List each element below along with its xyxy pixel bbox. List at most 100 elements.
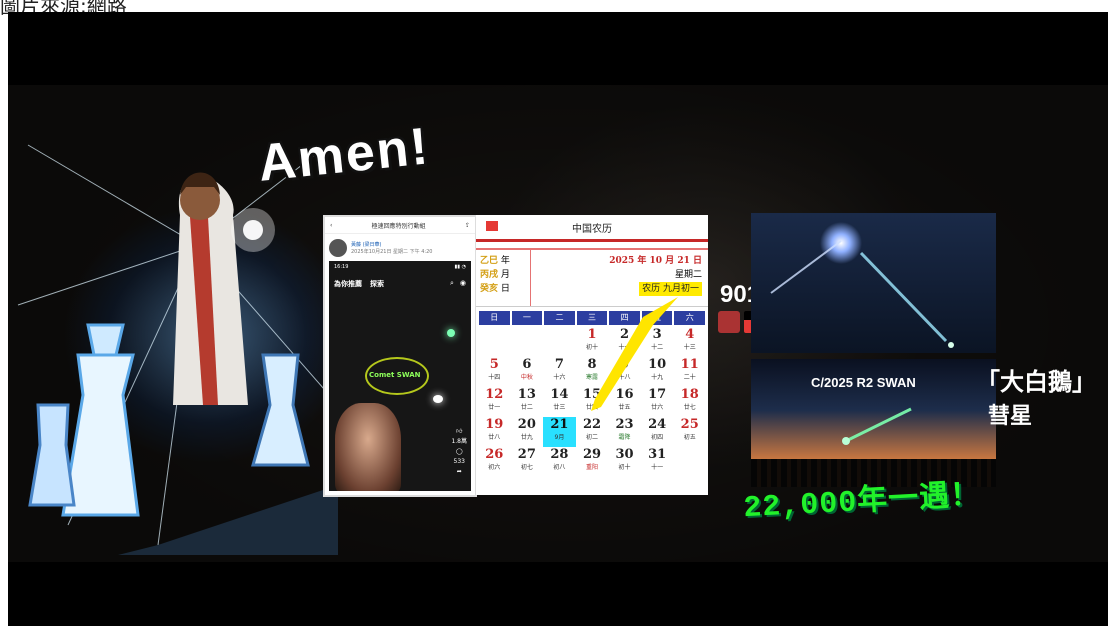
calendar-day[interactable]: 22 初二 xyxy=(576,417,609,447)
forward-icon[interactable]: ➦ xyxy=(451,467,467,477)
lunar-day: 十六 xyxy=(553,374,566,381)
top-caption: 圖片來源:網路 xyxy=(0,0,127,18)
comet-streak-top xyxy=(770,240,954,348)
share-icon[interactable]: ⇪ xyxy=(465,222,470,229)
lunar-day: 重阳 xyxy=(585,464,598,471)
side-stats: 👍︎ 1.8萬 ◯ 533 ➦ xyxy=(451,427,467,477)
calendar-empty xyxy=(511,327,544,357)
lunar-day: 廿一 xyxy=(488,404,501,411)
calendar-day[interactable]: 25 初五 xyxy=(673,417,706,447)
lunar-day: 初十 xyxy=(618,464,631,471)
day-number: 28 xyxy=(550,447,569,462)
day-number: 26 xyxy=(485,447,504,462)
profile-icon[interactable]: ◉ xyxy=(460,279,466,289)
lunar-day: 中秋 xyxy=(520,374,533,381)
day-number: 19 xyxy=(485,417,504,432)
comet-glow xyxy=(447,329,455,337)
calendar-day[interactable]: 23 霜降 xyxy=(608,417,641,447)
flag-icon xyxy=(486,221,498,231)
calendar-day[interactable]: 20 廿九 xyxy=(511,417,544,447)
ganzhi-stem: 丙戌 xyxy=(480,270,499,280)
presenter-face xyxy=(335,403,401,491)
day-number: 4 xyxy=(685,327,695,342)
calendar-day[interactable]: 12 廿一 xyxy=(478,387,511,417)
calendar-day[interactable]: 14 廿三 xyxy=(543,387,576,417)
lunar-day: 廿三 xyxy=(553,404,566,411)
embedded-video[interactable]: 16:19 ▮▮ ◔ 為你推薦 探索 ⌕ ◉ Comet SWAN 👍︎ 1.8萬… xyxy=(329,261,471,491)
like-count: 1.8萬 xyxy=(451,438,467,445)
calendar-day[interactable]: 29 重阳 xyxy=(576,447,609,477)
post-author-name: 黃藤 (梁日華) xyxy=(351,242,382,248)
ganzhi-block: 乙巳 年丙戌 月癸亥 日 xyxy=(476,250,531,306)
title-big-swan: 「大白鵝」 xyxy=(976,368,1096,396)
calendar-day[interactable]: 27 初七 xyxy=(511,447,544,477)
calendar-day[interactable]: 7 十六 xyxy=(543,357,576,387)
lunar-day: 初四 xyxy=(651,434,664,441)
ganzhi-unit: 日 xyxy=(498,284,510,294)
calendar-empty xyxy=(543,327,576,357)
post-author: 黃藤 (梁日華) 2025年10月21日 星期二 下午 4:20 xyxy=(325,234,475,262)
calendar-day[interactable]: 31 十一 xyxy=(641,447,674,477)
thumbnail-scene: Amen! ‹ 極速回應特別行動組 ⇪ 黃藤 (梁日華) 2025年10月21日… xyxy=(8,85,1108,562)
day-number: 23 xyxy=(615,417,634,432)
yellow-arrow xyxy=(591,297,678,411)
avatar[interactable] xyxy=(329,239,347,257)
comment-icon[interactable]: ◯ xyxy=(451,447,467,457)
comet-photo-top xyxy=(751,213,996,353)
day-number: 18 xyxy=(680,387,699,402)
calendar-day[interactable]: 6 中秋 xyxy=(511,357,544,387)
search-icon[interactable]: ⌕ xyxy=(450,279,454,289)
ganzhi-stem: 癸亥 xyxy=(480,284,499,294)
comet-photo-bottom: C/2025 R2 SWAN xyxy=(751,359,996,487)
ganzhi-stem: 乙巳 xyxy=(480,256,499,266)
status-bar: 16:19 ▮▮ ◔ xyxy=(329,261,471,273)
day-number: 27 xyxy=(517,447,536,462)
calendar-day[interactable]: 21 9月 xyxy=(543,417,576,447)
tab-explore[interactable]: 探索 xyxy=(370,279,384,289)
lunar-day: 初六 xyxy=(488,464,501,471)
angry-face-icon xyxy=(718,311,740,333)
day-number: 5 xyxy=(489,357,499,372)
like-icon[interactable]: 👍︎ xyxy=(451,427,467,437)
calendar-header: 中国农历 xyxy=(476,215,708,242)
day-number: 29 xyxy=(582,447,602,462)
ganzhi-unit: 月 xyxy=(498,270,510,280)
lunar-day: 廿二 xyxy=(520,404,533,411)
lunar-day: 霜降 xyxy=(618,434,631,441)
weekday-label: 一 xyxy=(511,311,543,325)
feed-tabs: 為你推薦 探索 ⌕ ◉ xyxy=(329,273,471,295)
lunar-day: 廿八 xyxy=(488,434,501,441)
comet-streak-bottom xyxy=(842,407,912,445)
calendar-title: 中国农历 xyxy=(572,223,612,235)
status-time: 16:19 xyxy=(334,264,349,270)
lunar-day: 十四 xyxy=(488,374,501,381)
gregorian-date: 2025 年 10 月 21 日 xyxy=(609,256,702,266)
ganzhi-row: 癸亥 日 xyxy=(480,282,526,296)
back-icon[interactable]: ‹ xyxy=(330,222,332,229)
lunar-day: 初八 xyxy=(553,464,566,471)
day-number: 11 xyxy=(680,357,699,372)
calendar-day[interactable]: 19 廿八 xyxy=(478,417,511,447)
lunar-day: 初二 xyxy=(585,434,598,441)
calendar-day[interactable]: 30 初十 xyxy=(608,447,641,477)
tab-recommend[interactable]: 為你推薦 xyxy=(334,279,362,289)
calendar-empty xyxy=(478,327,511,357)
calendar-day[interactable]: 26 初六 xyxy=(478,447,511,477)
day-number: 20 xyxy=(517,417,536,432)
calendar-day[interactable]: 28 初八 xyxy=(543,447,576,477)
star-glow xyxy=(433,395,443,403)
day-number: 21 xyxy=(550,417,569,432)
calendar-day[interactable]: 5 十四 xyxy=(478,357,511,387)
lunar-day: 初七 xyxy=(520,464,533,471)
video-frame: Amen! ‹ 極速回應特別行動組 ⇪ 黃藤 (梁日華) 2025年10月21日… xyxy=(8,12,1108,626)
day-number: 30 xyxy=(615,447,634,462)
weekday: 星期二 xyxy=(674,270,702,280)
weekday-label: 日 xyxy=(479,311,510,325)
calendar-day[interactable]: 24 初四 xyxy=(641,417,674,447)
day-number: 25 xyxy=(680,417,699,432)
post-meta: 2025年10月21日 星期二 下午 4:20 xyxy=(351,249,433,255)
lunar-day: 廿九 xyxy=(520,434,533,441)
calendar-day[interactable]: 13 廿二 xyxy=(511,387,544,417)
phone-header: ‹ 極速回應特別行動組 ⇪ xyxy=(325,217,475,234)
day-number: 12 xyxy=(485,387,504,402)
